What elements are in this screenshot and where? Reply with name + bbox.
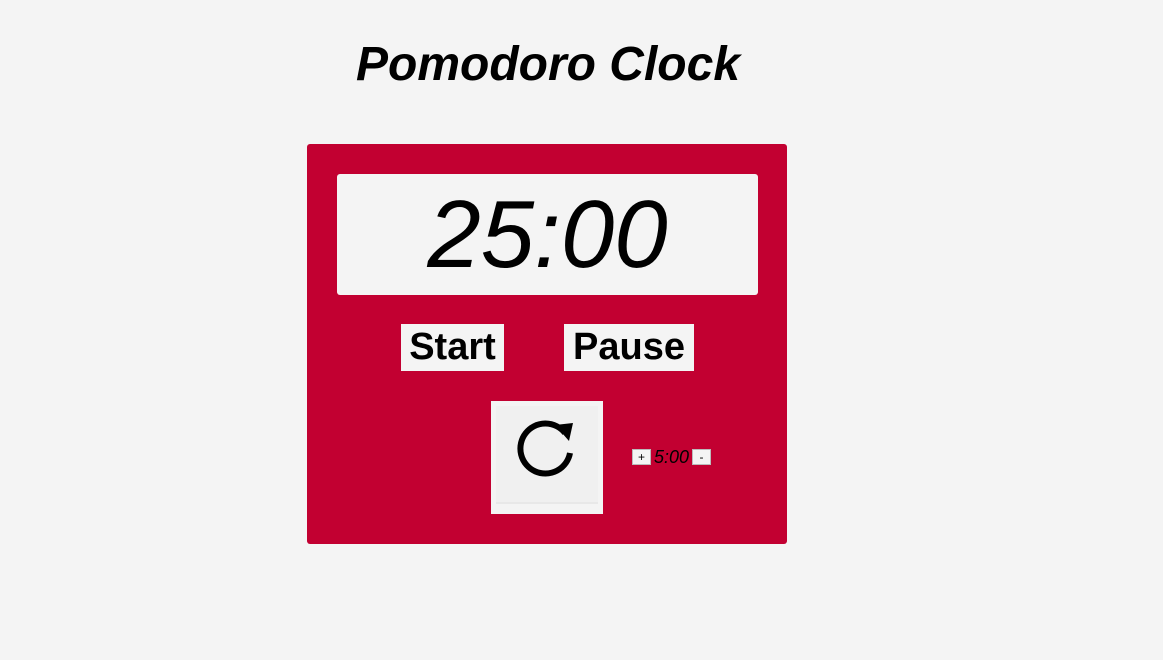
refresh-icon	[517, 420, 573, 477]
start-button[interactable]: Start	[401, 324, 504, 371]
timer-display: 25:00	[337, 174, 758, 295]
break-length-value: 5:00	[654, 447, 690, 467]
clock-card: 25:00 Start Pause + 5:00 -	[307, 144, 787, 544]
timer-value: 25:00	[427, 181, 668, 288]
break-adjuster: + 5:00 -	[632, 447, 712, 467]
decrement-button[interactable]: -	[692, 449, 712, 465]
increment-button[interactable]: +	[632, 449, 651, 465]
page-title: Pomodoro Clock	[355, 38, 741, 91]
pause-button[interactable]: Pause	[564, 324, 694, 371]
reset-button[interactable]	[491, 401, 603, 514]
